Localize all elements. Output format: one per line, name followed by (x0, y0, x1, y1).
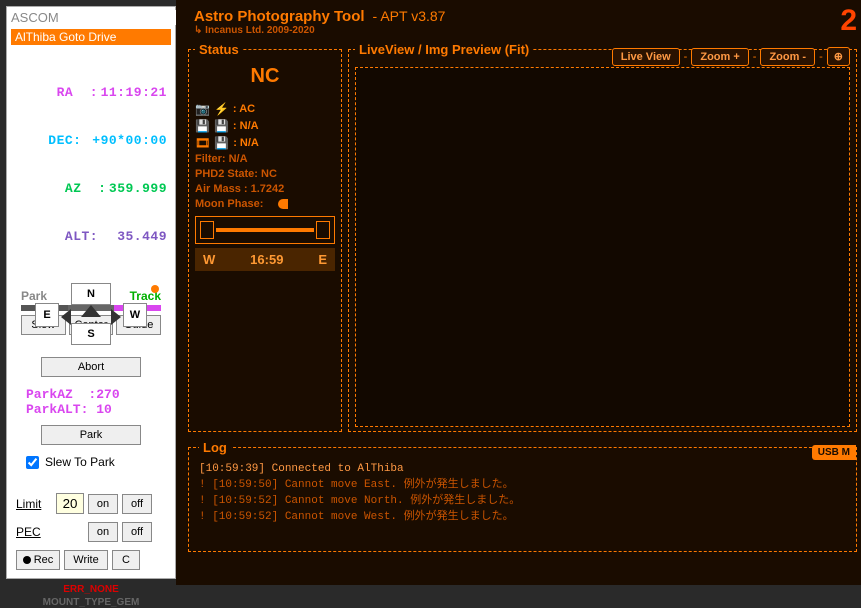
pec-label: PEC (16, 525, 52, 539)
log-line: [10:59:39] Connected to AlThiba (199, 461, 846, 477)
exposure-slider[interactable] (195, 216, 335, 244)
log-line: ! [10:59:52] Cannot move North. 例外が発生しまし… (199, 493, 846, 509)
coordinates-readout: RA :11:19:21 DEC:+90*00:00 AZ :359.999 A… (7, 47, 175, 281)
log-legend: Log (199, 440, 231, 455)
move-south-button[interactable]: S (71, 323, 111, 345)
log-line: ! [10:59:50] Cannot move East. 例外が発生しました… (199, 477, 846, 493)
usb-monitor-badge[interactable]: USB M (812, 445, 856, 460)
abort-button[interactable]: Abort (41, 357, 141, 377)
app-version: - APT v3.87 (373, 8, 446, 24)
slider-left-icon (200, 221, 214, 239)
connection-status: NC (195, 65, 335, 88)
preview-legend: LiveView / Img Preview (Fit) (355, 42, 533, 57)
park-position: ParkAZ :270 ParkALT: 10 (26, 387, 156, 417)
c-button[interactable]: C (112, 550, 140, 570)
arrow-left-icon (61, 309, 71, 325)
camera-icon: 📷 (195, 102, 210, 116)
dec-value: +90*00:00 (92, 133, 167, 148)
slew-to-park-input[interactable] (26, 456, 39, 469)
filter-icon: 🎞 (195, 136, 210, 150)
limit-on-button[interactable]: on (88, 494, 118, 514)
status-legend: Status (195, 42, 243, 57)
storage-icon: 💾 (195, 119, 210, 133)
time-value: 16:59 (250, 252, 283, 267)
disk-icon: 💾 (214, 136, 229, 150)
rec-button[interactable]: Rec (16, 550, 60, 570)
log-lines: [10:59:39] Connected to AlThiba! [10:59:… (199, 461, 846, 525)
east-label: E (318, 252, 327, 267)
phd2-status: PHD2 State: NC (195, 168, 335, 180)
zoom-in-button[interactable]: Zoom + (691, 48, 748, 66)
crosshair-button[interactable]: ⊕ (827, 47, 850, 66)
moon-phase-label: Moon Phase: (195, 198, 263, 210)
arrow-up-icon (81, 305, 101, 317)
slew-to-park-checkbox[interactable]: Slew To Park (26, 455, 156, 469)
ascom-name-input[interactable] (11, 10, 187, 25)
status-panel: Status NC 📷⚡: AC 💾💾: N/A 🎞💾: N/A Filter:… (188, 42, 342, 432)
pec-on-button[interactable]: on (88, 522, 118, 542)
pec-off-button[interactable]: off (122, 522, 152, 542)
az-value: 359.999 (109, 181, 167, 196)
record-icon (23, 556, 31, 564)
image-preview-area[interactable] (355, 67, 850, 427)
error-status: ERR_NONE (7, 584, 175, 595)
status-dot-icon (151, 285, 159, 293)
airmass-status: Air Mass : 1.7242 (195, 183, 335, 195)
app-copyright: Incanus Ltd. 2009-2020 (184, 25, 861, 42)
driver-name: AlThiba Goto Drive (11, 29, 171, 45)
time-direction-bar: W 16:59 E (195, 248, 335, 271)
ra-value: 11:19:21 (101, 85, 167, 100)
log-panel: Log USB M [10:59:39] Connected to AlThib… (188, 440, 857, 552)
move-north-button[interactable]: N (71, 283, 111, 305)
limit-label: Limit (16, 497, 52, 511)
zoom-out-button[interactable]: Zoom - (760, 48, 815, 66)
park-button[interactable]: Park (41, 425, 141, 445)
limit-input[interactable] (56, 493, 84, 514)
filter-status: Filter: N/A (195, 153, 335, 165)
badge-number: 2 (840, 4, 857, 38)
west-label: W (203, 252, 215, 267)
moon-icon (278, 199, 288, 209)
live-view-button[interactable]: Live View (612, 48, 680, 66)
slider-right-icon (316, 221, 330, 239)
storage2-icon: 💾 (214, 119, 229, 133)
preview-panel: LiveView / Img Preview (Fit) Live View -… (348, 42, 857, 432)
arrow-right-icon (111, 309, 121, 325)
write-button[interactable]: Write (64, 550, 108, 570)
mount-type: MOUNT_TYPE_GEM (7, 597, 175, 608)
main-area: 2 Astro Photography Tool - APT v3.87 Inc… (176, 0, 861, 585)
bolt-icon: ⚡ (214, 102, 229, 116)
move-west-button[interactable]: W (123, 303, 147, 327)
app-title: Astro Photography Tool (194, 8, 365, 25)
alt-value: 35.449 (109, 229, 167, 244)
move-east-button[interactable]: E (35, 303, 59, 327)
mode-park: Park (21, 289, 47, 303)
mount-control-sidebar: ✕ AlThiba Goto Drive RA :11:19:21 DEC:+9… (6, 6, 176, 579)
log-line: ! [10:59:52] Cannot move West. 例外が発生しました… (199, 509, 846, 525)
limit-off-button[interactable]: off (122, 494, 152, 514)
